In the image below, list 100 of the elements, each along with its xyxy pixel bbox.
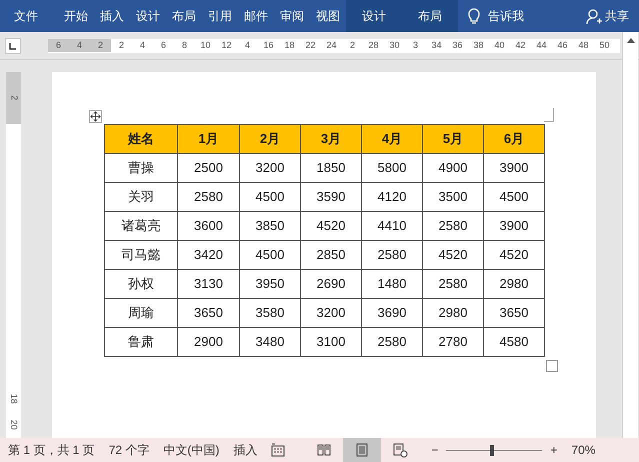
ruler-number: 16 <box>262 38 274 52</box>
word-count[interactable]: 72 个字 <box>108 441 150 459</box>
table-cell: 4520 <box>484 240 544 270</box>
table-cell: 1480 <box>362 270 422 298</box>
ribbon-tab[interactable]: 布局 <box>166 0 202 32</box>
ruler-number: 4 <box>69 38 90 52</box>
table-cell: 3950 <box>240 270 300 298</box>
print-view-button[interactable] <box>343 438 382 462</box>
table-cell: 诸葛亮 <box>104 212 178 240</box>
ruler-number: 2 <box>348 38 356 52</box>
move-handle-icon[interactable] <box>89 110 102 123</box>
tell-me-button[interactable]: 告诉我 <box>464 0 528 32</box>
ribbon-tab[interactable]: 设计 <box>130 0 166 32</box>
table-cell: 2850 <box>300 240 362 270</box>
table-cell: 4500 <box>240 240 300 270</box>
ribbon-tab[interactable]: 开始 <box>58 0 94 32</box>
ribbon-tab[interactable]: 文件 <box>0 0 52 32</box>
table-cell: 周瑜 <box>104 298 178 328</box>
ruler-number: 44 <box>535 38 548 52</box>
table-cell: 3200 <box>300 298 362 328</box>
table-header-cell: 6月 <box>484 124 544 154</box>
ruler-number: 4 <box>244 38 251 52</box>
table-cell: 3650 <box>178 298 240 328</box>
table-cell: 孙权 <box>104 270 178 298</box>
ribbon-tab[interactable]: 布局 <box>402 0 458 32</box>
ruler-number: 2 <box>118 38 125 52</box>
zoom-slider-track[interactable] <box>446 444 542 456</box>
table-cell: 2580 <box>362 240 422 270</box>
ruler-number: 22 <box>304 38 316 52</box>
insert-mode-indicator[interactable]: 插入 <box>233 441 258 459</box>
ribbon-tab[interactable]: 引用 <box>202 0 238 32</box>
table-cell: 4520 <box>422 240 484 270</box>
table-cell: 3580 <box>240 298 300 328</box>
table-cell: 4500 <box>240 182 300 212</box>
table-cell: 3480 <box>240 328 300 356</box>
table-cell: 3590 <box>300 182 362 212</box>
ribbon-tab[interactable]: 审阅 <box>274 0 310 32</box>
ruler-number: 2 <box>8 96 20 100</box>
table-cell: 2580 <box>422 270 484 298</box>
language-indicator[interactable]: 中文(中国) <box>163 441 220 459</box>
book-icon <box>316 442 332 458</box>
ribbon-tab[interactable]: 视图 <box>310 0 346 32</box>
table-cell: 3500 <box>422 182 484 212</box>
ruler-number: 10 <box>199 38 212 52</box>
table-cell: 2690 <box>300 270 362 298</box>
table-cell: 4900 <box>422 154 484 182</box>
margin-corner-mark <box>544 108 554 122</box>
ruler-number: 42 <box>514 38 526 52</box>
table-cell: 2980 <box>422 298 484 328</box>
table-cell: 曹操 <box>104 154 178 182</box>
lightbulb-icon <box>468 8 480 24</box>
table-cell: 2780 <box>422 328 484 356</box>
table-cell: 关羽 <box>104 182 178 212</box>
zoom-in-button[interactable]: + <box>546 441 562 459</box>
table-header-cell: 姓名 <box>104 124 178 154</box>
table-header-cell: 1月 <box>178 124 240 154</box>
table-cell: 3200 <box>240 154 300 182</box>
ribbon-tab[interactable]: 插入 <box>94 0 130 32</box>
table-cell: 3100 <box>300 328 362 356</box>
table-cell: 2980 <box>484 270 544 298</box>
table-header-cell: 4月 <box>362 124 422 154</box>
zoom-out-button[interactable]: − <box>427 441 442 459</box>
left-tab-icon <box>9 42 16 50</box>
page-count[interactable]: 第 1 页，共 1 页 <box>8 441 95 459</box>
table-cell: 鲁肃 <box>104 328 178 356</box>
person-add-icon <box>586 8 602 24</box>
zoom-level[interactable]: 70% <box>571 441 596 459</box>
scrollbar[interactable] <box>622 32 638 60</box>
page-icon <box>354 442 370 458</box>
share-button[interactable]: 共享 <box>584 0 631 32</box>
ruler-number: 20 <box>8 420 20 430</box>
table-cell: 4520 <box>300 212 362 240</box>
ruler-number: 28 <box>367 38 380 52</box>
table-cell: 3690 <box>362 298 422 328</box>
ruler-number: 18 <box>8 394 20 404</box>
ruler-number: 38 <box>472 38 484 52</box>
table-cell: 3600 <box>178 212 240 240</box>
ruler-number: 50 <box>598 38 610 52</box>
table-cell: 2500 <box>178 154 240 182</box>
ruler-number: 3 <box>412 38 419 52</box>
table-cell: 4500 <box>484 182 544 212</box>
table-cell: 3850 <box>240 212 300 240</box>
zoom-slider-thumb[interactable] <box>490 444 494 456</box>
table-resize-handle[interactable] <box>546 360 558 372</box>
table-cell: 司马懿 <box>104 240 178 270</box>
ribbon-tab[interactable]: 邮件 <box>238 0 274 32</box>
table-cell: 2580 <box>178 182 240 212</box>
ruler-number: 40 <box>493 38 506 52</box>
table-cell: 3650 <box>484 298 544 328</box>
table-cell: 2900 <box>178 328 240 356</box>
ruler-number: 46 <box>556 38 568 52</box>
ribbon-tab[interactable]: 设计 <box>346 0 402 32</box>
table-cell: 2580 <box>362 328 422 356</box>
tab-stop-selector[interactable] <box>5 38 21 54</box>
ruler-number: 48 <box>577 38 590 52</box>
table-cell: 3900 <box>484 212 544 240</box>
table-cell: 4410 <box>362 212 422 240</box>
ruler-number: 36 <box>451 38 464 52</box>
table-cell: 5800 <box>362 154 422 182</box>
table-cell: 3420 <box>178 240 240 270</box>
